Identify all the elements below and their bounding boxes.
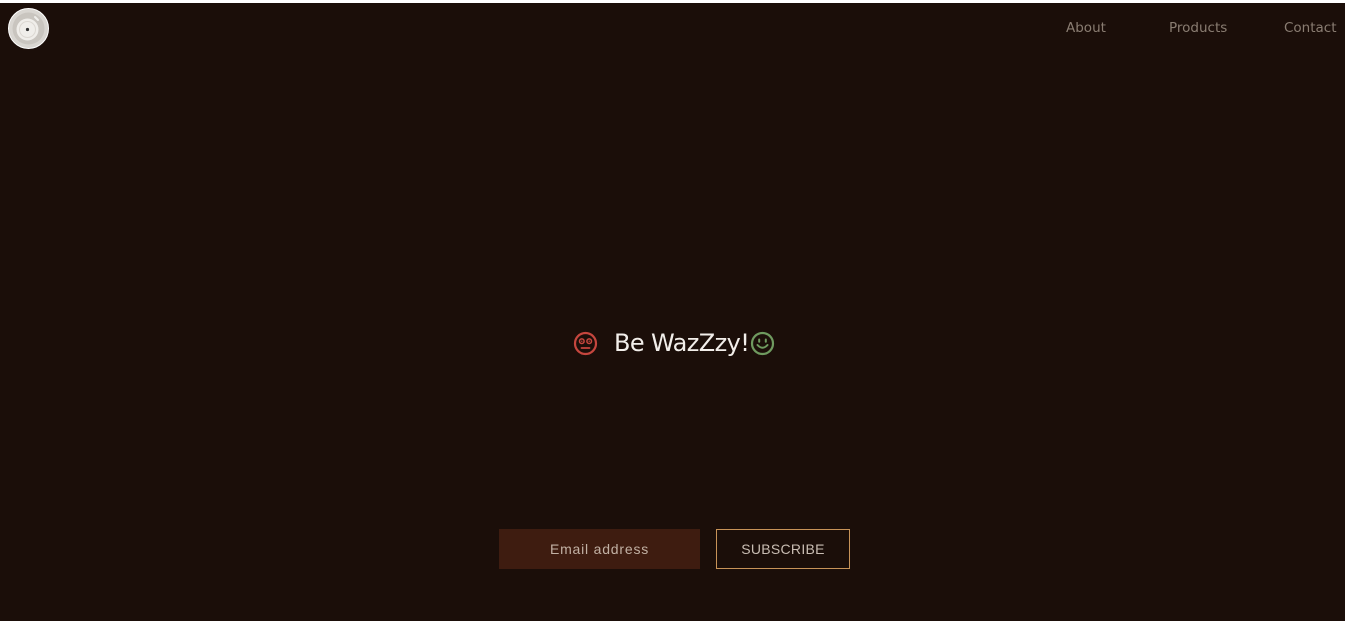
nav-link-about[interactable]: About	[1066, 20, 1106, 36]
top-border-line	[0, 0, 1345, 3]
hero: Be WazZzy!	[0, 326, 1345, 362]
hero-title: Be WazZzy!	[614, 329, 750, 357]
subscribe-button[interactable]: SUBSCRIBE	[716, 529, 850, 569]
email-input[interactable]	[499, 529, 700, 569]
dizzy-face-icon	[573, 331, 598, 356]
nav-link-products[interactable]: Products	[1169, 20, 1227, 36]
smiley-face-icon	[750, 331, 775, 356]
nav-link-contact[interactable]: Contact	[1284, 20, 1337, 36]
main-nav: About Products Contact	[0, 20, 1345, 40]
